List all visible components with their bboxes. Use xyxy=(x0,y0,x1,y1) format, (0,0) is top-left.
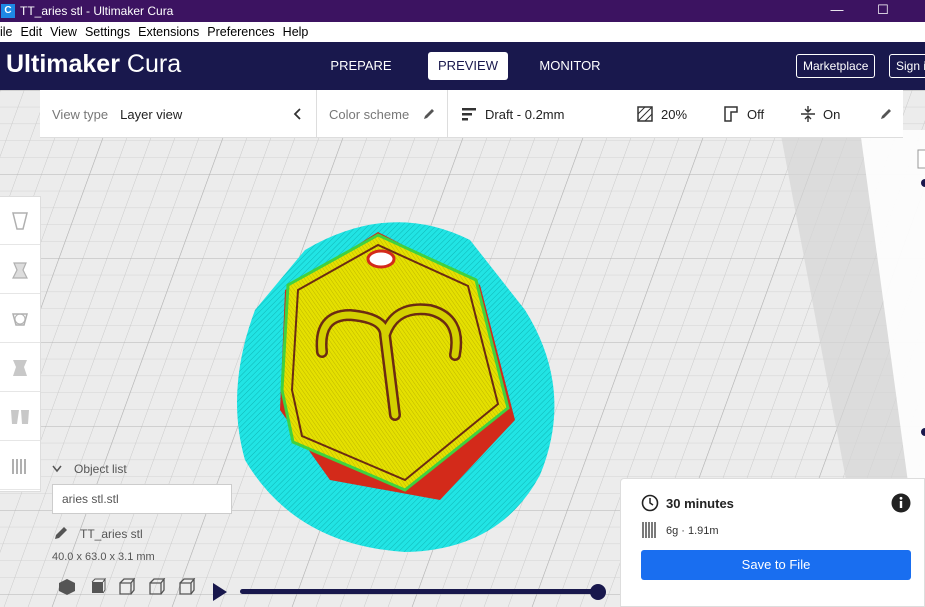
support-blocker-tool[interactable] xyxy=(0,442,40,490)
menu-preferences[interactable]: Preferences xyxy=(207,25,274,39)
chevron-down-icon xyxy=(52,465,62,473)
view-type-label: View type xyxy=(52,106,109,122)
window-title: TT_aries stl - Ultimaker Cura xyxy=(20,4,174,18)
color-scheme-button[interactable]: Color scheme xyxy=(329,90,409,138)
stage-tabs: PREPARE PREVIEW MONITOR xyxy=(316,52,615,80)
adhesion-setting[interactable]: On xyxy=(823,90,840,138)
layer-spinbox[interactable] xyxy=(917,149,925,169)
infill-setting[interactable]: 20% xyxy=(661,90,687,138)
tool-panel xyxy=(0,196,41,492)
move-tool[interactable] xyxy=(0,197,40,245)
view-front-icon[interactable] xyxy=(82,578,112,598)
print-profile-button[interactable]: Draft - 0.2mm xyxy=(485,90,564,138)
menu-extensions[interactable]: Extensions xyxy=(138,25,199,39)
tab-monitor[interactable]: MONITOR xyxy=(525,52,615,80)
scale-tool[interactable] xyxy=(0,246,40,294)
support-icon xyxy=(724,106,738,122)
camera-view-buttons xyxy=(52,578,202,598)
info-icon[interactable] xyxy=(891,493,911,513)
menu-help[interactable]: Help xyxy=(283,25,309,39)
view-type-selector[interactable]: View type Layer view xyxy=(52,90,182,138)
profile-value: Draft - 0.2mm xyxy=(485,106,565,122)
app-logo: Ultimaker Cura xyxy=(6,50,182,78)
save-to-file-button[interactable]: Save to File xyxy=(641,550,911,580)
object-dimensions: 40.0 x 63.0 x 3.1 mm xyxy=(52,551,155,563)
clock-icon xyxy=(641,494,659,512)
menu-bar: ile Edit View Settings Extensions Prefer… xyxy=(0,22,925,42)
signin-button[interactable]: Sign in xyxy=(889,54,925,78)
tab-prepare[interactable]: PREPARE xyxy=(316,52,406,80)
view-settings-bar: View type Layer view Color scheme Draft … xyxy=(40,90,903,138)
minimize-icon[interactable]: — xyxy=(814,0,860,22)
infill-value: 20% xyxy=(661,106,688,122)
object-list-header[interactable]: Object list xyxy=(52,462,127,476)
infill-icon xyxy=(637,106,653,122)
color-scheme-label: Color scheme xyxy=(329,106,410,122)
object-list-item[interactable]: aries stl.stl xyxy=(52,484,232,514)
keyring-hole xyxy=(366,249,396,269)
adhesion-value: On xyxy=(823,106,841,122)
support-value: Off xyxy=(747,106,765,122)
view-right-icon[interactable] xyxy=(172,578,202,598)
menu-edit[interactable]: Edit xyxy=(21,25,43,39)
title-bar: C TT_aries stl - Ultimaker Cura — ☐ xyxy=(0,0,925,22)
layer-slider-track[interactable] xyxy=(240,589,600,594)
chevron-left-icon[interactable] xyxy=(292,108,302,120)
print-time: 30 minutes xyxy=(666,496,734,511)
view-type-value: Layer view xyxy=(120,106,183,122)
pencil-icon[interactable] xyxy=(54,526,68,540)
object-name: TT_aries stl xyxy=(80,527,143,541)
rotate-tool[interactable] xyxy=(0,295,40,343)
adhesion-icon xyxy=(801,106,815,122)
menu-view[interactable]: View xyxy=(50,25,77,39)
pencil-icon[interactable] xyxy=(880,108,892,120)
view-left-icon[interactable] xyxy=(142,578,172,598)
marketplace-button[interactable]: Marketplace xyxy=(796,54,876,78)
view-top-icon[interactable] xyxy=(112,578,142,598)
support-setting[interactable]: Off xyxy=(747,90,764,138)
print-action-panel: 30 minutes 6g · 1.91m Save to File xyxy=(620,478,925,607)
material-usage: 6g · 1.91m xyxy=(666,525,719,537)
profile-icon xyxy=(462,108,476,121)
tab-preview[interactable]: PREVIEW xyxy=(428,52,508,80)
spool-icon xyxy=(642,522,656,538)
mirror-tool[interactable] xyxy=(0,344,40,392)
app-icon: C xyxy=(1,4,15,18)
layer-slider-handle[interactable] xyxy=(590,584,606,600)
pencil-icon[interactable] xyxy=(423,108,435,120)
view-3d-icon[interactable] xyxy=(52,578,82,598)
maximize-icon[interactable]: ☐ xyxy=(860,0,906,22)
app-header: Ultimaker Cura PREPARE PREVIEW MONITOR M… xyxy=(0,42,925,90)
menu-file[interactable]: ile xyxy=(0,25,13,39)
menu-settings[interactable]: Settings xyxy=(85,25,130,39)
per-model-settings-tool[interactable] xyxy=(0,393,40,441)
